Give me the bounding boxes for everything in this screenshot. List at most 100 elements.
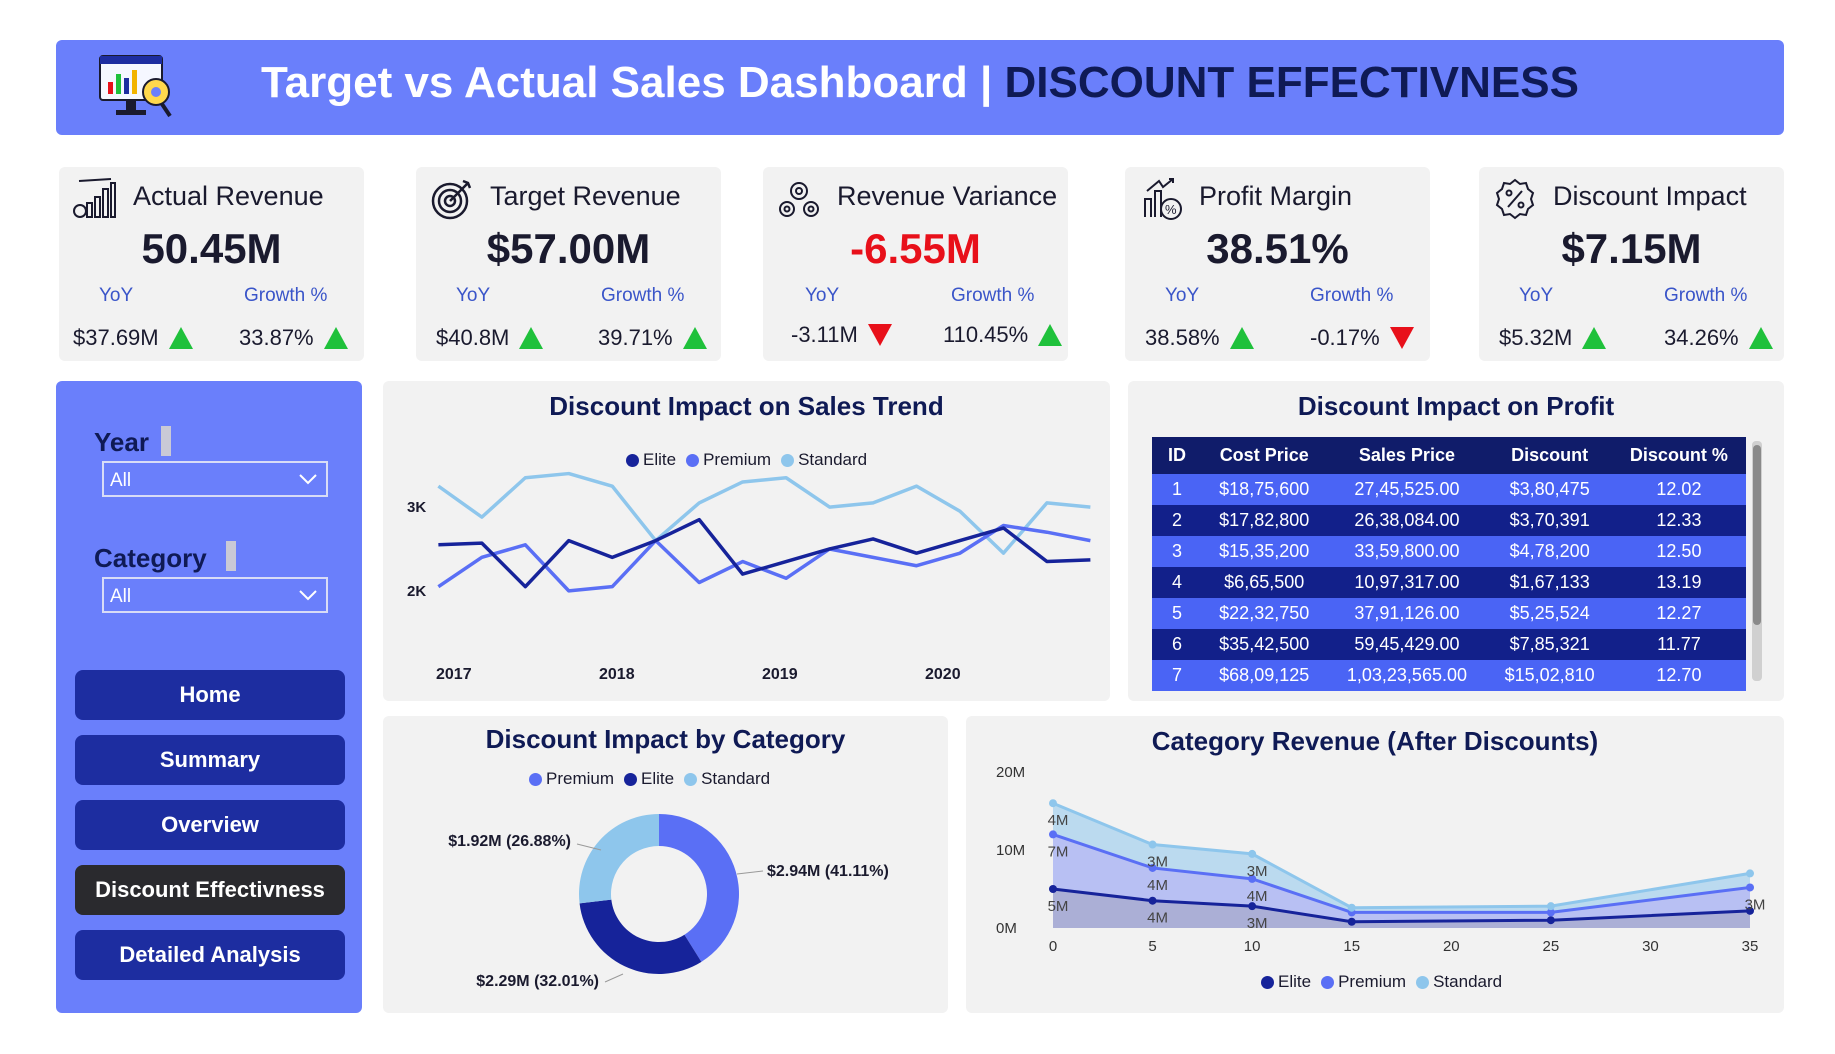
table-row[interactable]: 6 $35,42,500 59,45,429.00 $7,85,321 11.77 — [1152, 629, 1746, 660]
table-cell: 2 — [1152, 505, 1202, 536]
table-row[interactable]: 3 $15,35,200 33,59,800.00 $4,78,200 12.50 — [1152, 536, 1746, 567]
kpi-yoy-value: 38.58% — [1145, 325, 1254, 351]
table-cell: 12.02 — [1611, 474, 1746, 505]
table-cell: 12.33 — [1611, 505, 1746, 536]
column-header[interactable]: Discount — [1487, 437, 1612, 474]
trend-up-icon — [323, 327, 348, 349]
table-header-row: ID Cost Price Sales Price Discount Disco… — [1152, 437, 1746, 474]
area-data-label: 7M — [1048, 843, 1069, 860]
table-scrollbar[interactable] — [1752, 441, 1762, 681]
kpi-yoy-label: YoY — [1165, 285, 1200, 306]
profit-table: ID Cost Price Sales Price Discount Disco… — [1152, 437, 1746, 691]
column-header[interactable]: Cost Price — [1202, 437, 1327, 474]
trend-up-icon — [519, 327, 544, 349]
x-tick-label: 5 — [1148, 938, 1156, 955]
trend-up-icon — [1038, 324, 1063, 346]
donut-slice-standard — [579, 814, 659, 904]
kpi-growth-value: 39.71% — [598, 325, 707, 351]
table-body: 1 $18,75,600 27,45,525.00 $3,80,475 12.02 2 $1… — [1152, 474, 1746, 691]
kpi-growth-label: Growth % — [244, 285, 328, 306]
table-row[interactable]: 4 $6,65,500 10,97,317.00 $1,67,133 13.19 — [1152, 567, 1746, 598]
area-data-label: 3M — [1247, 915, 1268, 932]
nav-detailed-analysis-button[interactable]: Detailed Analysis — [75, 930, 345, 980]
table-cell: $35,42,500 — [1202, 629, 1327, 660]
table-row[interactable]: 5 $22,32,750 37,91,126.00 $5,25,524 12.27 — [1152, 598, 1746, 629]
table-cell: 7 — [1152, 660, 1202, 691]
kpi-growth-value: -0.17% — [1310, 325, 1414, 351]
category-revenue-area-chart: 0M 10M 20M 0 5 10 15 20 25 30 35 4M 7M 5M 3M 4M 4M 3M 4M 3M… — [996, 764, 1765, 955]
table-cell: 3 — [1152, 536, 1202, 567]
kpi-growth-label: Growth % — [601, 285, 685, 306]
table-cell: 12.27 — [1611, 598, 1746, 629]
series-line-premium — [437, 523, 1091, 593]
kpi-card-revenue-variance: Revenue Variance -6.55M YoY Growth % -3.… — [763, 167, 1068, 361]
table-cell: 59,45,429.00 — [1326, 629, 1488, 660]
x-tick-label: 35 — [1742, 938, 1759, 955]
nav-summary-button[interactable]: Summary — [75, 735, 345, 785]
area-data-label: 4M — [1048, 812, 1069, 829]
category-dropdown[interactable]: All — [102, 577, 328, 613]
year-dropdown[interactable]: All — [102, 461, 328, 497]
kpi-yoy-label: YoY — [99, 285, 134, 306]
y-tick-label: 0M — [996, 920, 1017, 937]
x-tick-label: 2017 — [436, 666, 472, 683]
column-header[interactable]: Discount % — [1611, 437, 1746, 474]
percent-growth-icon: % — [1144, 178, 1182, 220]
kpi-title: Actual Revenue — [133, 181, 324, 211]
table-cell: 12.50 — [1611, 536, 1746, 567]
x-tick-label: 2019 — [762, 666, 798, 683]
category-donut-panel: Discount Impact by Category Premium Elit… — [383, 716, 948, 1013]
kpi-value: 38.51% — [1206, 225, 1349, 272]
table-cell: 1,03,23,565.00 — [1326, 660, 1488, 691]
table-row[interactable]: 1 $18,75,600 27,45,525.00 $3,80,475 12.02 — [1152, 474, 1746, 505]
column-header[interactable]: Sales Price — [1326, 437, 1488, 474]
table-cell: 13.19 — [1611, 567, 1746, 598]
data-point — [1347, 903, 1356, 912]
kpi-card-actual-revenue: Actual Revenue 50.45M YoY Growth % $37.6… — [59, 167, 364, 361]
kpi-title: Discount Impact — [1553, 181, 1747, 211]
table-cell: 27,45,525.00 — [1326, 474, 1488, 505]
data-point — [1546, 916, 1555, 925]
slice-data-label: $1.92M (26.88%) — [448, 833, 571, 850]
slice-label-leader — [736, 870, 764, 875]
column-header[interactable]: ID — [1152, 437, 1202, 474]
table-cell: 12.70 — [1611, 660, 1746, 691]
kpi-title: Profit Margin — [1199, 181, 1353, 211]
area-data-label: 4M — [1147, 910, 1168, 927]
kpi-value: 50.45M — [141, 225, 282, 272]
nav-home-button[interactable]: Home — [75, 670, 345, 720]
area-data-label: 3M — [1247, 863, 1268, 880]
kpi-value: -6.55M — [850, 225, 981, 272]
kpi-card-discount-impact: Discount Impact $7.15M YoY Growth % $5.3… — [1479, 167, 1784, 361]
kpi-card-profit-margin: % Profit Margin 38.51% YoY Growth % 38.5… — [1125, 167, 1430, 361]
trend-down-icon — [867, 324, 892, 346]
year-slicer-label: Year — [94, 427, 149, 457]
table-row[interactable]: 7 $68,09,125 1,03,23,565.00 $15,02,810 12.70 — [1152, 660, 1746, 691]
donut-slice-premium — [659, 814, 739, 962]
chevron-down-icon — [299, 590, 317, 601]
table-viewport[interactable]: ID Cost Price Sales Price Discount Disco… — [1128, 381, 1784, 713]
kpi-yoy-label: YoY — [456, 285, 491, 306]
table-cell: 33,59,800.00 — [1326, 536, 1488, 567]
data-point — [1546, 902, 1555, 911]
table-row[interactable]: 2 $17,82,800 26,38,084.00 $3,70,391 12.33 — [1152, 505, 1746, 536]
kpi-title: Revenue Variance — [837, 181, 1058, 211]
table-cell: $4,78,200 — [1487, 536, 1612, 567]
table-cell: $17,82,800 — [1202, 505, 1327, 536]
x-tick-label: 30 — [1642, 938, 1659, 955]
kpi-growth-label: Growth % — [951, 285, 1035, 306]
nav-overview-button[interactable]: Overview — [75, 800, 345, 850]
y-tick-label: 3K — [407, 499, 426, 516]
data-point — [1746, 883, 1754, 892]
dashboard-header: Target vs Actual Sales Dashboard | DISCO… — [56, 40, 1784, 135]
table-cell: 37,91,126.00 — [1326, 598, 1488, 629]
data-point — [1746, 869, 1754, 878]
nav-discount-effectivness-button[interactable]: Discount Effectivness — [75, 865, 345, 915]
x-tick-label: 2020 — [925, 666, 961, 683]
table-cell: $3,80,475 — [1487, 474, 1612, 505]
sales-trend-panel: Discount Impact on Sales Trend Elite Pre… — [383, 381, 1110, 701]
scrollbar-thumb[interactable] — [1753, 445, 1761, 625]
kpi-yoy-label: YoY — [805, 285, 840, 306]
table-cell: 6 — [1152, 629, 1202, 660]
kpi-card-target-revenue: Target Revenue $57.00M YoY Growth % $40.… — [416, 167, 721, 361]
